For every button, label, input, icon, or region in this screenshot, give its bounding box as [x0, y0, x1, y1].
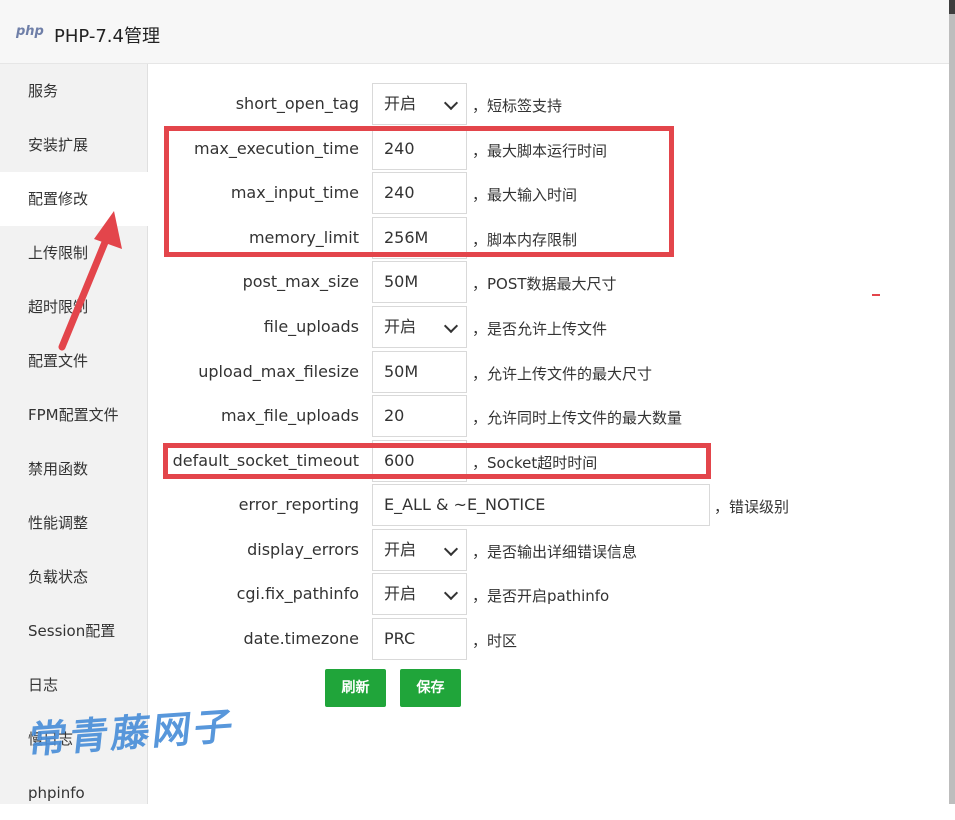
- sidebar-item-disabled-functions[interactable]: 禁用函数: [0, 442, 148, 496]
- chevron-down-icon: [443, 318, 459, 334]
- memory-limit-input[interactable]: 256M: [372, 217, 467, 259]
- setting-desc-default-socket-timeout: ，Socket超时时间: [472, 454, 598, 472]
- display-errors-value: 开启: [384, 540, 417, 559]
- setting-label-date-timezone: date.timezone: [243, 629, 359, 648]
- setting-desc-cgi-fix-pathinfo: ，是否开启pathinfo: [472, 587, 610, 605]
- setting-desc-short-open-tag: ，短标签支持: [472, 97, 563, 115]
- setting-label-max-execution-time: max_execution_time: [194, 139, 359, 158]
- sidebar-item-log[interactable]: 日志: [0, 658, 148, 712]
- sidebar-item-timeout-limit[interactable]: 超时限制: [0, 280, 148, 334]
- setting-label-short-open-tag: short_open_tag: [235, 94, 359, 113]
- sidebar-item-config-edit[interactable]: 配置修改: [0, 172, 148, 226]
- default-socket-timeout-input[interactable]: 600: [372, 440, 467, 482]
- sidebar-item-load-status[interactable]: 负载状态: [0, 550, 148, 604]
- window-title: PHP-7.4管理: [54, 26, 160, 47]
- file-uploads-value: 开启: [384, 317, 417, 336]
- max-input-time-input[interactable]: 240: [372, 172, 467, 214]
- chevron-down-icon: [443, 541, 459, 557]
- sidebar-item-phpinfo[interactable]: phpinfo: [0, 766, 148, 820]
- setting-label-memory-limit: memory_limit: [248, 228, 359, 247]
- cgi-fix-pathinfo-value: 开启: [384, 584, 417, 603]
- setting-desc-max-execution-time: ，最大脚本运行时间: [472, 142, 608, 160]
- setting-desc-error-reporting: ，错误级别: [714, 498, 790, 516]
- setting-desc-date-timezone: ，时区: [472, 632, 518, 650]
- setting-label-max-file-uploads: max_file_uploads: [220, 406, 359, 425]
- sidebar: 服务 安装扩展 配置修改 上传限制 超时限制 配置文件 FPM配置文件 禁用函数…: [0, 64, 148, 804]
- chevron-down-icon: [443, 95, 459, 111]
- setting-desc-max-input-time: ，最大输入时间: [472, 186, 578, 204]
- setting-desc-display-errors: ，是否输出详细错误信息: [472, 543, 638, 561]
- sidebar-item-performance[interactable]: 性能调整: [0, 496, 148, 550]
- sidebar-item-install-extension[interactable]: 安装扩展: [0, 118, 148, 172]
- upload-max-filesize-input[interactable]: 50M: [372, 351, 467, 393]
- setting-desc-post-max-size: ，POST数据最大尺寸: [472, 275, 617, 293]
- sidebar-item-fpm-config[interactable]: FPM配置文件: [0, 388, 148, 442]
- cgi-fix-pathinfo-select[interactable]: 开启: [372, 573, 467, 615]
- php-logo-icon: php: [16, 24, 44, 39]
- error-reporting-input[interactable]: E_ALL & ~E_NOTICE: [372, 484, 710, 526]
- sidebar-item-upload-limit[interactable]: 上传限制: [0, 226, 148, 280]
- sidebar-item-slow-log[interactable]: 慢日志: [0, 712, 148, 766]
- file-uploads-select[interactable]: 开启: [372, 306, 467, 348]
- setting-desc-upload-max-filesize: ，允许上传文件的最大尺寸: [472, 365, 653, 383]
- sidebar-item-service[interactable]: 服务: [0, 64, 148, 118]
- post-max-size-input[interactable]: 50M: [372, 261, 467, 303]
- refresh-button[interactable]: 刷新: [325, 669, 386, 707]
- red-dash-mark: [872, 294, 880, 296]
- sidebar-item-config-file[interactable]: 配置文件: [0, 334, 148, 388]
- max-execution-time-input[interactable]: 240: [372, 128, 467, 170]
- setting-label-display-errors: display_errors: [247, 540, 359, 559]
- setting-label-default-socket-timeout: default_socket_timeout: [172, 451, 359, 470]
- display-errors-select[interactable]: 开启: [372, 529, 467, 571]
- window-frame-mark: [949, 0, 955, 14]
- setting-desc-max-file-uploads: ，允许同时上传文件的最大数量: [472, 409, 683, 427]
- short-open-tag-select[interactable]: 开启: [372, 83, 467, 125]
- setting-desc-file-uploads: ，是否允许上传文件: [472, 320, 608, 338]
- chevron-down-icon: [443, 585, 459, 601]
- short-open-tag-value: 开启: [384, 94, 417, 113]
- setting-label-file-uploads: file_uploads: [263, 317, 359, 336]
- setting-label-max-input-time: max_input_time: [230, 183, 359, 202]
- setting-label-cgi-fix-pathinfo: cgi.fix_pathinfo: [236, 584, 359, 603]
- title-bar: php PHP-7.4管理: [0, 0, 955, 64]
- setting-label-upload-max-filesize: upload_max_filesize: [198, 362, 359, 381]
- setting-label-error-reporting: error_reporting: [238, 495, 359, 514]
- date-timezone-input[interactable]: PRC: [372, 618, 467, 660]
- save-button[interactable]: 保存: [400, 669, 461, 707]
- max-file-uploads-input[interactable]: 20: [372, 395, 467, 437]
- setting-desc-memory-limit: ，脚本内存限制: [472, 231, 578, 249]
- setting-label-post-max-size: post_max_size: [242, 272, 359, 291]
- window-frame-edge: [949, 0, 955, 804]
- sidebar-item-session-config[interactable]: Session配置: [0, 604, 148, 658]
